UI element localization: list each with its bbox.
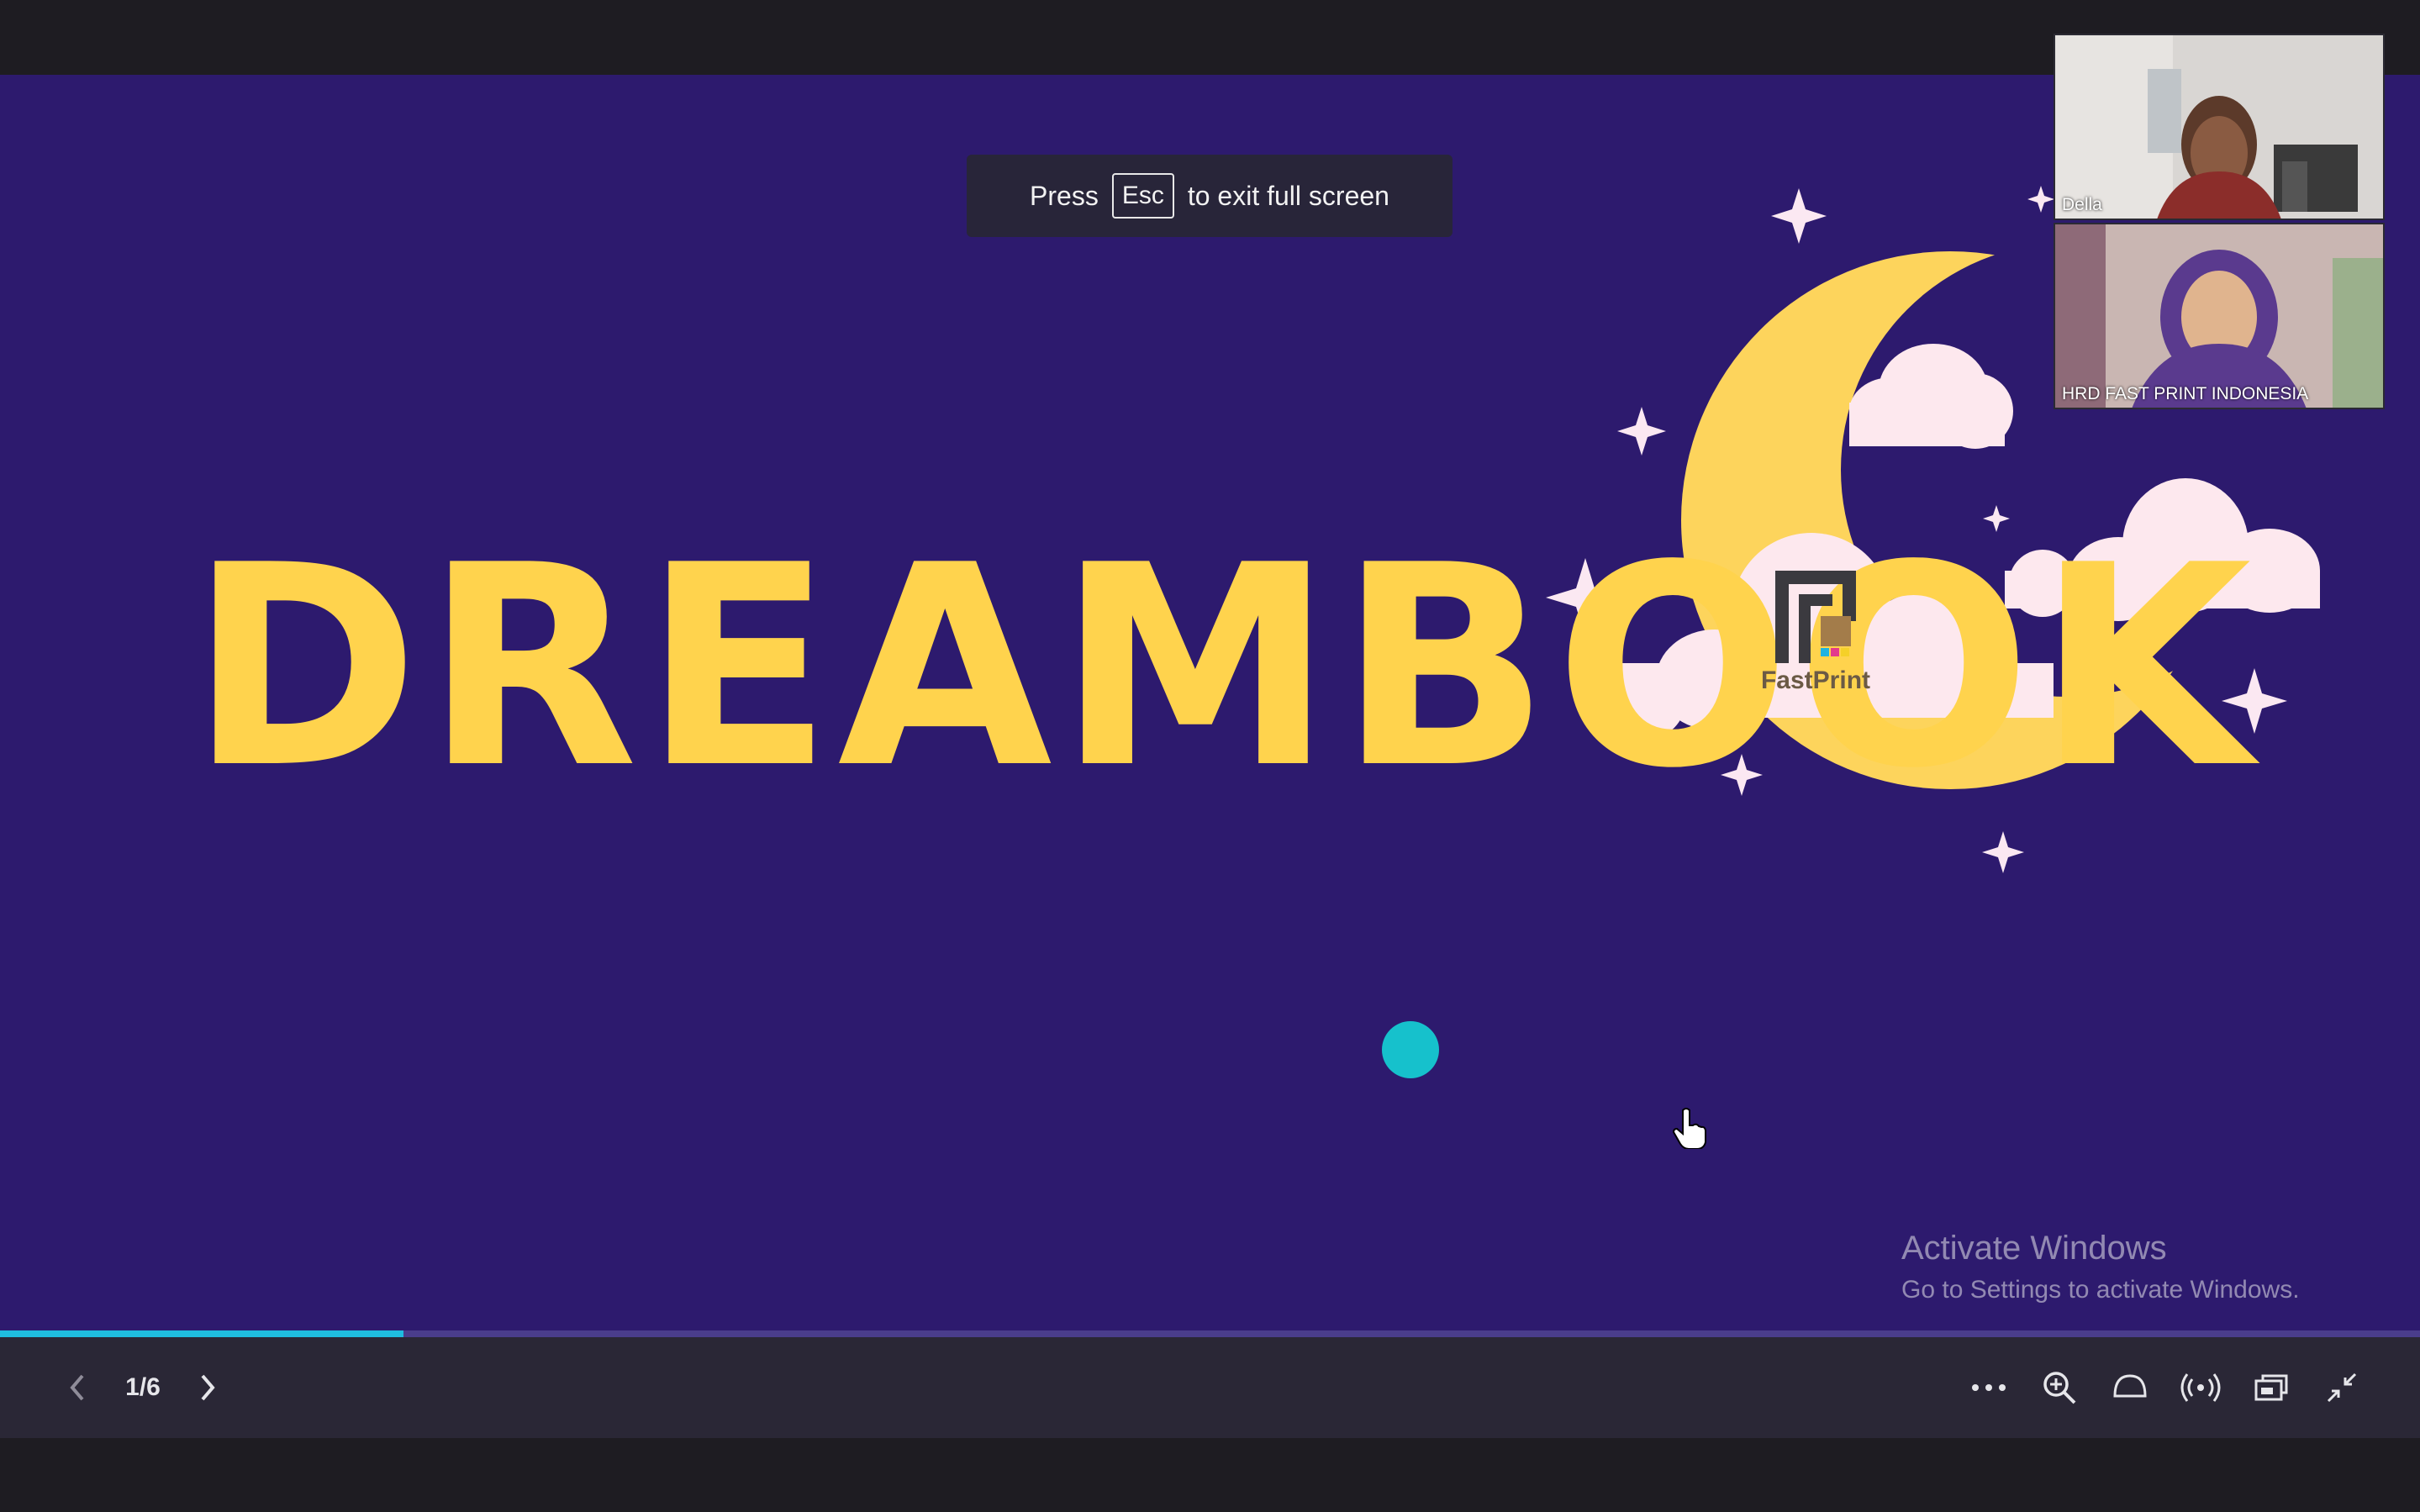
broadcast-icon [2180, 1373, 2221, 1402]
next-slide-button[interactable] [181, 1361, 235, 1415]
page-counter: 1/6 [125, 1373, 161, 1401]
participant-video-hrd [2055, 224, 2383, 408]
esc-key-badge: Esc [1111, 173, 1174, 219]
chevron-left-icon [70, 1374, 84, 1401]
fastprint-logo-text: FastPrint [1760, 666, 1871, 694]
laser-pointer-icon [2113, 1374, 2147, 1398]
slide-title: DREAMBOOK [189, 506, 2257, 829]
fastprint-logo: FastPrint [1732, 571, 1900, 714]
bottom-bar [0, 1438, 2420, 1512]
participant-name: Della [2062, 195, 2102, 214]
presentation-controls: 1/6 [0, 1337, 2420, 1438]
hint-rest-text: to exit full screen [1187, 180, 1389, 211]
more-icon [1972, 1384, 2006, 1391]
pop-out-button[interactable] [2244, 1361, 2298, 1415]
activate-windows-watermark: Activate Windows Go to Settings to activ… [1901, 1230, 2300, 1304]
slide-progress-fill [0, 1330, 403, 1337]
broadcast-button[interactable] [2174, 1361, 2228, 1415]
laser-pointer-button[interactable] [2103, 1361, 2157, 1415]
zoom-button[interactable] [2032, 1361, 2086, 1415]
participant-tile-hrd[interactable]: HRD FAST PRINT INDONESIA [2054, 223, 2385, 409]
hint-press-text: Press [1030, 180, 1099, 211]
fastprint-logo-mark [1775, 571, 1856, 663]
chevron-right-icon [201, 1374, 215, 1401]
participant-video-della [2055, 35, 2383, 219]
participant-tile-della[interactable]: Della [2054, 34, 2385, 220]
watermark-line1: Activate Windows [1901, 1230, 2167, 1267]
exit-fullscreen-hint: Press Esc to exit full screen [967, 155, 1453, 237]
slide-progress-bar[interactable] [0, 1330, 2420, 1337]
teal-dot [1382, 1021, 1439, 1078]
previous-slide-button[interactable] [50, 1361, 104, 1415]
exit-fullscreen-button[interactable] [2315, 1361, 2369, 1415]
exit-fullscreen-icon [2327, 1372, 2357, 1403]
zoom-in-icon [2043, 1372, 2076, 1404]
pop-out-icon [2254, 1374, 2288, 1401]
hand-cursor-icon [1673, 1108, 1706, 1149]
more-options-button[interactable] [1962, 1361, 2016, 1415]
watermark-line2: Go to Settings to activate Windows. [1901, 1276, 2300, 1304]
participant-name: HRD FAST PRINT INDONESIA [2062, 384, 2309, 403]
